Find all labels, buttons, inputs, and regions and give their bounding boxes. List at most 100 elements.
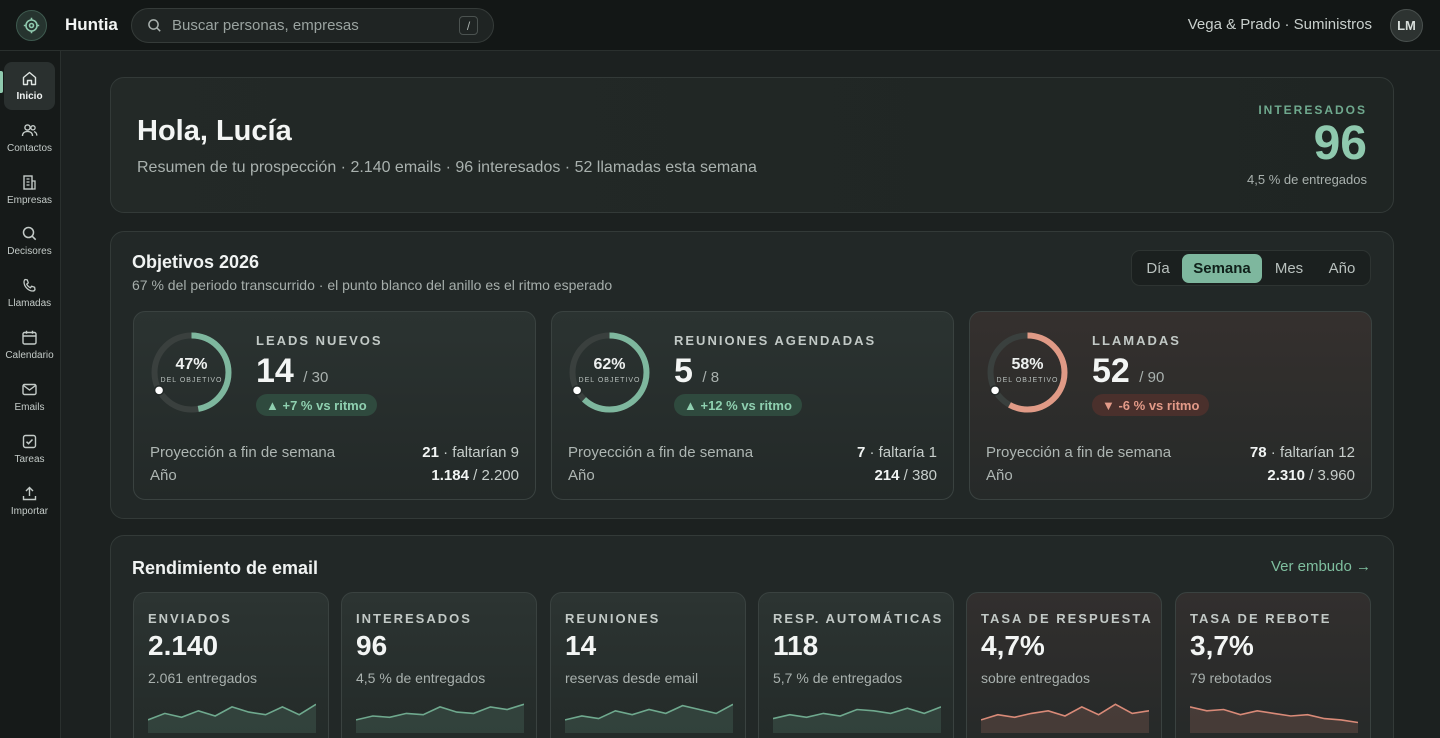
sidebar-item-label: Decisores: [7, 246, 52, 257]
logo-icon[interactable]: [16, 10, 47, 41]
sidebar-item-importar[interactable]: Importar: [4, 477, 55, 525]
calendar-icon: [22, 330, 37, 345]
goal-label: LLAMADAS: [1092, 333, 1181, 348]
period-selector: Día Semana Mes Año: [1131, 250, 1371, 286]
email-card-reuniones[interactable]: REUNIONES 14 reservas desde email: [550, 592, 746, 738]
year-label: Año: [568, 467, 595, 484]
view-funnel-link[interactable]: Ver embudo →: [1271, 558, 1371, 575]
year-row: Año 214 / 380: [568, 467, 937, 484]
ring-caption: DEL OBJETIVO: [160, 377, 223, 384]
metric-caption: reservas desde email: [565, 670, 699, 686]
sidebar-item-llamadas[interactable]: Llamadas: [4, 269, 55, 317]
expected-pace-marker: [989, 385, 1001, 396]
progress-ring: 47% DEL OBJETIVO: [149, 330, 234, 415]
brand-name: Huntia: [65, 15, 118, 34]
year-target: / 3.960: [1304, 467, 1355, 484]
trend-badge: ▲ +12 % vs ritmo: [674, 394, 802, 416]
goal-card-leads[interactable]: 47% DEL OBJETIVO LEADS NUEVOS 14 / 30 ▲ …: [133, 311, 536, 500]
mail-icon: [22, 383, 37, 396]
goal-value: 5 / 8: [674, 352, 719, 391]
goal-current: 52: [1092, 352, 1130, 390]
top-bar: Huntia Buscar personas, empresas / Vega …: [0, 0, 1440, 51]
email-card-interesados[interactable]: INTERESADOS 96 4,5 % de entregados: [341, 592, 537, 738]
projection-note: · faltaría 1: [865, 444, 937, 461]
goal-target: / 90: [1139, 369, 1165, 386]
active-indicator: [0, 71, 3, 93]
period-dia[interactable]: Día: [1136, 254, 1180, 283]
period-mes[interactable]: Mes: [1264, 254, 1314, 283]
goals-panel: Objetivos 2026 67 % del periodo transcur…: [110, 231, 1394, 519]
metric-caption: sobre entregados: [981, 670, 1090, 686]
progress-ring: 62% DEL OBJETIVO: [567, 330, 652, 415]
sidebar-item-label: Emails: [14, 402, 45, 413]
metric-label: TASA DE REBOTE: [1190, 611, 1332, 626]
metric-value: 96: [356, 630, 388, 661]
metric-value: 4,7%: [981, 630, 1045, 661]
weekly-summary: Resumen de tu prospección · 2.140 emails…: [137, 159, 757, 176]
sparkline: [356, 703, 524, 733]
sidebar-item-contactos[interactable]: Contactos: [4, 114, 55, 162]
search-input[interactable]: Buscar personas, empresas /: [131, 8, 494, 43]
metric-value: 2.140: [148, 630, 219, 661]
metric-caption: 79 rebotados: [1190, 670, 1272, 686]
welcome-panel: Hola, Lucía Resumen de tu prospección · …: [110, 77, 1394, 213]
email-card-auto-replies[interactable]: RESP. AUTOMÁTICAS 118 5,7 % de entregado…: [758, 592, 954, 738]
kpi-value: 96: [1313, 117, 1367, 170]
company-name[interactable]: Vega & Prado · Suministros: [1188, 16, 1372, 33]
kpi-label: INTERESADOS: [1258, 103, 1367, 117]
metric-label: INTERESADOS: [356, 611, 472, 626]
ring-caption: DEL OBJETIVO: [996, 377, 1059, 384]
year-target: / 2.200: [468, 467, 519, 484]
period-semana[interactable]: Semana: [1182, 254, 1262, 283]
goal-card-reuniones[interactable]: 62% DEL OBJETIVO REUNIONES AGENDADAS 5 /…: [551, 311, 954, 500]
email-title: Rendimiento de email: [132, 558, 319, 578]
period-ano[interactable]: Año: [1316, 254, 1368, 283]
progress-ring: 58% DEL OBJETIVO: [985, 330, 1070, 415]
users-icon: [21, 124, 38, 137]
greeting: Hola, Lucía: [137, 115, 292, 147]
year-value: 214: [874, 467, 900, 484]
sparkline: [148, 703, 316, 733]
projection-row: Proyección a fin de semana 78 · faltarían…: [986, 444, 1355, 461]
goal-value: 52 / 90: [1092, 352, 1164, 391]
sparkline: [981, 703, 1149, 733]
projection-value: 78: [1249, 444, 1267, 461]
metric-label: ENVIADOS: [148, 611, 232, 626]
ring-percent: 62%: [593, 356, 626, 373]
year-row: Año 2.310 / 3.960: [986, 467, 1355, 484]
search-placeholder: Buscar personas, empresas: [172, 17, 359, 34]
sparkline-area: [148, 704, 316, 733]
sidebar-item-label: Importar: [10, 506, 49, 517]
email-card-enviados[interactable]: ENVIADOS 2.140 2.061 entregados: [133, 592, 329, 738]
sidebar: Inicio Contactos Empresas Decisores Llam…: [0, 51, 61, 738]
ring-caption: DEL OBJETIVO: [578, 377, 641, 384]
projection-note: · faltarían 12: [1266, 444, 1355, 461]
projection-label: Proyección a fin de semana: [986, 444, 1172, 461]
email-card-bounce-rate[interactable]: TASA DE REBOTE 3,7% 79 rebotados: [1175, 592, 1371, 738]
metric-value: 3,7%: [1190, 630, 1254, 661]
checkbox-icon: [22, 434, 37, 449]
sidebar-item-tareas[interactable]: Tareas: [4, 425, 55, 473]
metric-caption: 2.061 entregados: [148, 670, 257, 686]
goal-label: REUNIONES AGENDADAS: [674, 333, 877, 348]
sidebar-item-calendario[interactable]: Calendario: [4, 321, 55, 369]
goal-target: / 30: [303, 369, 329, 386]
projection-value: 21: [422, 444, 439, 461]
sidebar-item-emails[interactable]: Emails: [4, 373, 55, 421]
sidebar-item-label: Calendario: [5, 350, 54, 361]
sidebar-item-inicio[interactable]: Inicio: [4, 62, 55, 110]
email-card-response-rate[interactable]: TASA DE RESPUESTA 4,7% sobre entregados: [966, 592, 1162, 738]
kpi-caption: 4,5 % de entregados: [1247, 172, 1367, 187]
avatar[interactable]: LM: [1390, 9, 1423, 42]
email-performance-panel: Rendimiento de email Ver embudo → ENVIAD…: [110, 535, 1394, 738]
projection-note: · faltarían 9: [438, 444, 519, 461]
upload-icon: [22, 486, 37, 501]
sidebar-item-empresas[interactable]: Empresas: [4, 166, 55, 214]
projection-row: Proyección a fin de semana 21 · faltarían…: [150, 444, 519, 461]
goal-card-llamadas[interactable]: 58% DEL OBJETIVO LLAMADAS 52 / 90 ▼ -6 %…: [969, 311, 1372, 500]
sidebar-item-decisores[interactable]: Decisores: [4, 217, 55, 265]
projection-label: Proyección a fin de semana: [568, 444, 754, 461]
ring-percent: 58%: [1011, 356, 1044, 373]
goal-current: 14: [256, 352, 294, 390]
projection-label: Proyección a fin de semana: [150, 444, 336, 461]
